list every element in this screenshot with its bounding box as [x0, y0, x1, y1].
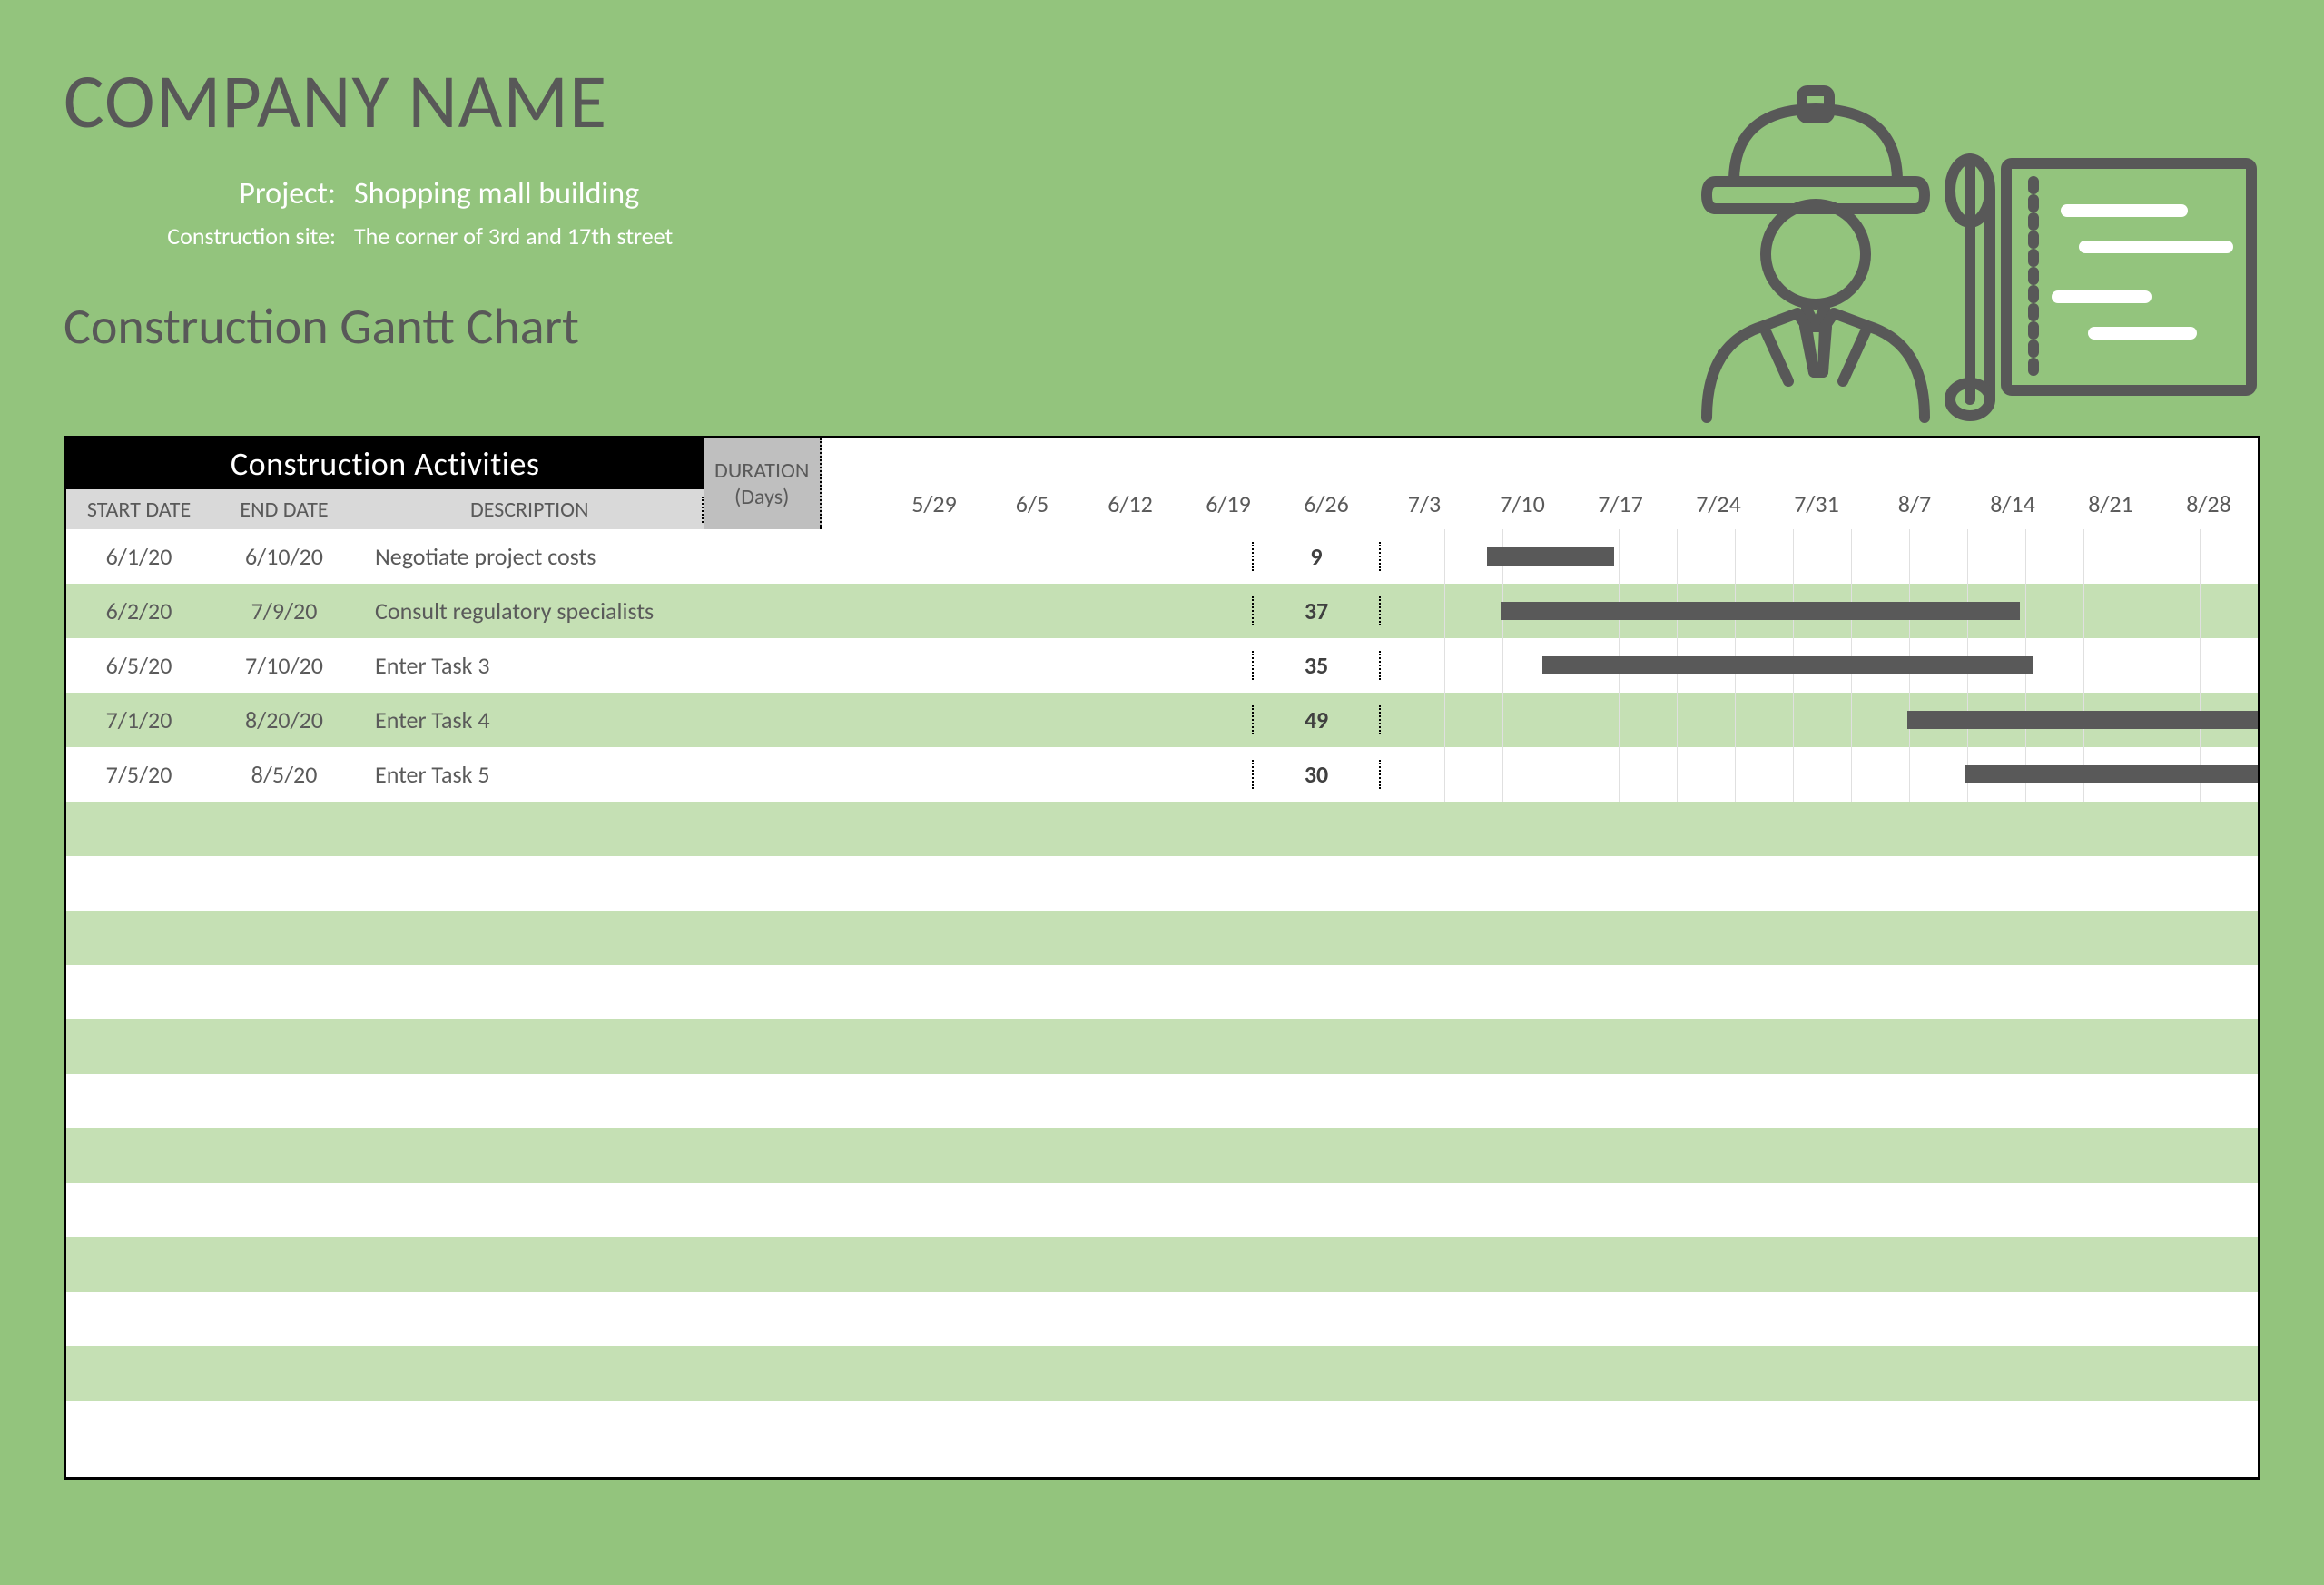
gantt-chart: Construction Activities START DATE END D… [64, 436, 2260, 1480]
table-row [66, 1074, 2258, 1128]
gantt-cell [1381, 965, 2258, 1019]
gantt-bar [1907, 711, 2260, 729]
cell-description: Enter Task 4 [357, 705, 1254, 734]
cell-duration: 9 [1254, 542, 1381, 571]
timeline-tick: 7/3 [1375, 489, 1473, 518]
activities-header: Construction Activities [66, 438, 704, 489]
gantt-cell [1381, 1237, 2258, 1292]
col-header-desc: DESCRIPTION [357, 497, 704, 523]
cell-duration: 30 [1254, 760, 1381, 789]
table-row: 6/5/207/10/20Enter Task 335 [66, 638, 2258, 693]
table-header: Construction Activities START DATE END D… [66, 438, 2258, 529]
duration-unit: (Days) [734, 484, 789, 510]
gantt-cell [1381, 911, 2258, 965]
gantt-cell [1381, 529, 2258, 584]
col-header-end: END DATE [212, 497, 357, 523]
gantt-cell [1381, 1183, 2258, 1237]
cell-end-date: 6/10/20 [212, 542, 357, 571]
cell-duration: 49 [1254, 705, 1381, 734]
cell-description: Negotiate project costs [357, 542, 1254, 571]
project-label: Project: [118, 175, 354, 212]
duration-label: DURATION [714, 458, 809, 484]
table-row: 7/1/208/20/20Enter Task 449 [66, 693, 2258, 747]
timeline-tick: 7/10 [1473, 489, 1571, 518]
cell-duration: 37 [1254, 596, 1381, 625]
project-value: Shopping mall building [354, 175, 639, 212]
company-name: COMPANY NAME [64, 54, 673, 148]
timeline-tick: 7/17 [1571, 489, 1669, 518]
gantt-bar [1487, 547, 1614, 566]
gantt-rows: 6/1/206/10/20Negotiate project costs96/2… [66, 529, 2258, 1455]
cell-duration: 35 [1254, 651, 1381, 680]
gantt-cell [1381, 1128, 2258, 1183]
timeline-tick: 8/7 [1866, 489, 1964, 518]
table-row [66, 1401, 2258, 1455]
chart-title: Construction Gantt Chart [64, 296, 673, 358]
gantt-cell [1381, 1292, 2258, 1346]
table-row [66, 856, 2258, 911]
gantt-cell [1381, 1401, 2258, 1455]
table-row [66, 1183, 2258, 1237]
site-row: Construction site: The corner of 3rd and… [118, 222, 673, 251]
gantt-cell [1381, 747, 2258, 802]
table-row [66, 1019, 2258, 1074]
cell-end-date: 8/5/20 [212, 760, 357, 789]
header-left: COMPANY NAME Project: Shopping mall buil… [64, 54, 673, 385]
gantt-cell [1381, 802, 2258, 856]
table-row [66, 911, 2258, 965]
cell-end-date: 8/20/20 [212, 705, 357, 734]
timeline-tick: 8/14 [1964, 489, 2062, 518]
left-header: Construction Activities START DATE END D… [66, 438, 704, 529]
cell-description: Consult regulatory specialists [357, 596, 1254, 625]
timeline-tick: 6/5 [983, 489, 1081, 518]
project-row: Project: Shopping mall building [118, 175, 673, 212]
engineer-gantt-icon [1571, 54, 2260, 436]
cell-end-date: 7/10/20 [212, 651, 357, 680]
table-row [66, 1237, 2258, 1292]
site-value: The corner of 3rd and 17th street [354, 222, 673, 251]
gantt-bar [1501, 602, 2020, 620]
table-row [66, 1128, 2258, 1183]
timeline-tick: 6/26 [1277, 489, 1375, 518]
gantt-cell [1381, 1074, 2258, 1128]
cell-start-date: 6/1/20 [66, 542, 212, 571]
site-label: Construction site: [118, 222, 354, 251]
col-header-start: START DATE [66, 497, 212, 523]
gantt-cell [1381, 856, 2258, 911]
table-row: 6/1/206/10/20Negotiate project costs9 [66, 529, 2258, 584]
table-row [66, 802, 2258, 856]
gantt-cell [1381, 1019, 2258, 1074]
cell-start-date: 6/2/20 [66, 596, 212, 625]
gantt-bar [1965, 765, 2260, 783]
cell-start-date: 7/5/20 [66, 760, 212, 789]
cell-start-date: 6/5/20 [66, 651, 212, 680]
timeline-tick: 7/31 [1768, 489, 1866, 518]
gantt-bar [1542, 656, 2034, 674]
header: COMPANY NAME Project: Shopping mall buil… [64, 54, 2260, 436]
cell-start-date: 7/1/20 [66, 705, 212, 734]
duration-header: DURATION (Days) [704, 438, 822, 529]
gantt-cell [1381, 638, 2258, 693]
cell-description: Enter Task 3 [357, 651, 1254, 680]
table-row [66, 1346, 2258, 1401]
timeline-tick: 6/12 [1081, 489, 1179, 518]
project-meta: Project: Shopping mall building Construc… [118, 175, 673, 251]
table-row: 6/2/207/9/20Consult regulatory specialis… [66, 584, 2258, 638]
column-headers: START DATE END DATE DESCRIPTION [66, 489, 704, 529]
timeline-tick: 8/28 [2160, 489, 2258, 518]
cell-description: Enter Task 5 [357, 760, 1254, 789]
table-row [66, 1292, 2258, 1346]
gantt-cell [1381, 693, 2258, 747]
table-row: 7/5/208/5/20Enter Task 530 [66, 747, 2258, 802]
timeline-tick: 8/21 [2062, 489, 2160, 518]
gantt-cell [1381, 1346, 2258, 1401]
timeline-header: 5/296/56/126/196/267/37/107/177/247/318/… [822, 438, 2258, 529]
table-row [66, 965, 2258, 1019]
timeline-tick: 7/24 [1669, 489, 1768, 518]
cell-end-date: 7/9/20 [212, 596, 357, 625]
timeline-tick: 6/19 [1179, 489, 1277, 518]
gantt-cell [1381, 584, 2258, 638]
timeline-tick: 5/29 [885, 489, 983, 518]
